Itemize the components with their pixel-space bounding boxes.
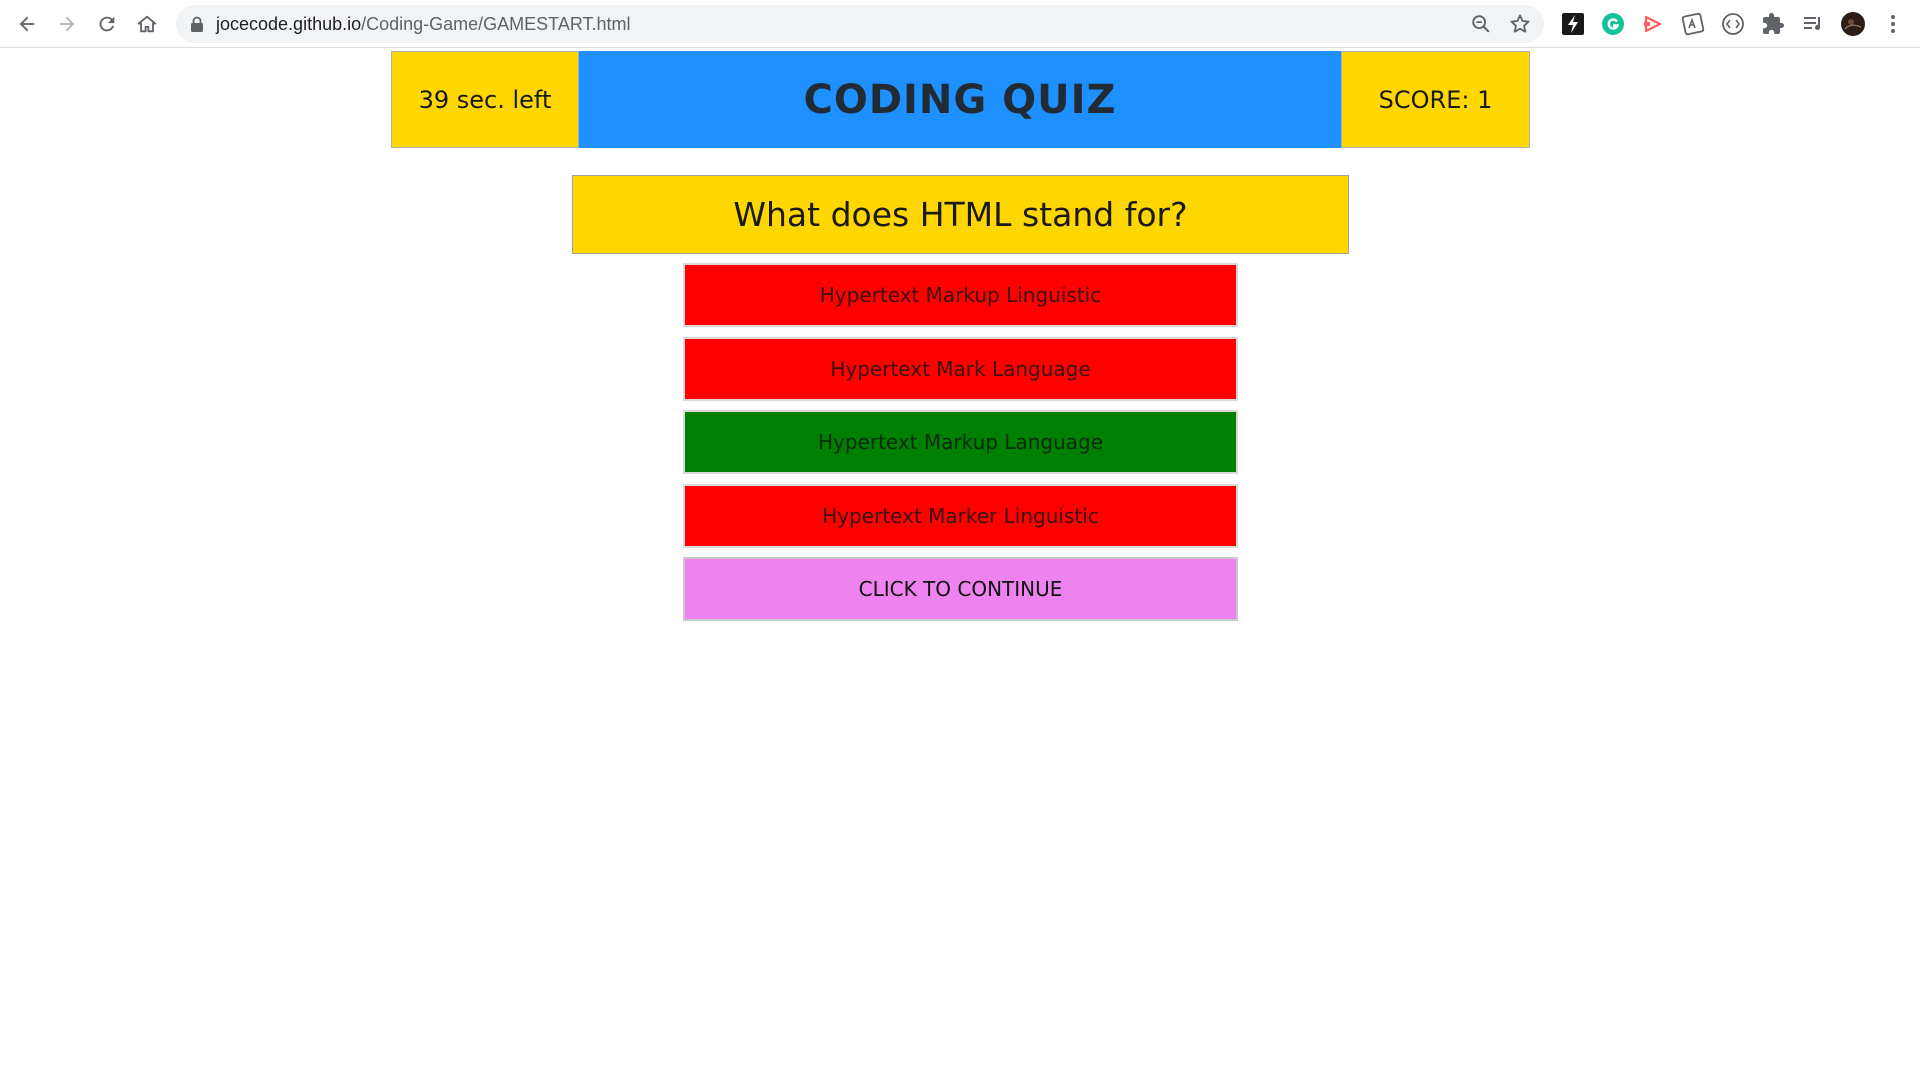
translate-extension-icon[interactable]: [1680, 11, 1706, 37]
score-display: SCORE: 1: [1341, 51, 1530, 148]
reload-button[interactable]: [92, 9, 122, 39]
home-button[interactable]: [132, 9, 162, 39]
quiz-header: 39 sec. left CODING QUIZ SCORE: 1: [391, 51, 1530, 148]
timer-display: 39 sec. left: [391, 51, 579, 148]
arrow-right-icon: [59, 16, 75, 32]
forward-button[interactable]: [52, 9, 82, 39]
reload-icon: [99, 16, 115, 32]
browser-toolbar: jocecode.github.io/Coding-Game/GAMESTART…: [0, 0, 1920, 48]
browser-menu-icon[interactable]: [1880, 11, 1906, 37]
media-queue-icon[interactable]: [1800, 11, 1826, 37]
url-host: jocecode.github.io: [216, 14, 362, 34]
back-button[interactable]: [12, 9, 42, 39]
extension-bolt-icon[interactable]: [1560, 11, 1586, 37]
continue-button[interactable]: CLICK TO CONTINUE: [683, 557, 1238, 621]
lock-icon: [191, 16, 203, 32]
answer-button[interactable]: Hypertext Markup Linguistic: [683, 263, 1238, 327]
answer-button[interactable]: Hypertext Marker Linguistic: [683, 483, 1238, 548]
page-title: CODING QUIZ: [579, 51, 1341, 148]
dev-extension-icon[interactable]: [1720, 11, 1746, 37]
extensions-puzzle-icon[interactable]: [1760, 11, 1786, 37]
home-icon: [137, 15, 157, 33]
video-extension-icon[interactable]: [1640, 11, 1666, 37]
url-path: /Coding-Game/GAMESTART.html: [361, 14, 631, 34]
arrow-left-icon: [19, 16, 35, 32]
answer-list: Hypertext Markup Linguistic Hypertext Ma…: [683, 263, 1238, 621]
bookmark-star-icon[interactable]: [1508, 12, 1532, 36]
grammarly-icon[interactable]: [1600, 11, 1626, 37]
url-text: jocecode.github.io/Coding-Game/GAMESTART…: [216, 5, 631, 43]
address-bar[interactable]: jocecode.github.io/Coding-Game/GAMESTART…: [176, 5, 1544, 43]
answer-button[interactable]: Hypertext Markup Language: [683, 410, 1238, 474]
answer-button[interactable]: Hypertext Mark Language: [683, 336, 1238, 401]
profile-avatar-icon[interactable]: [1840, 11, 1866, 37]
zoom-icon[interactable]: [1470, 13, 1492, 35]
question-text: What does HTML stand for?: [572, 175, 1349, 254]
